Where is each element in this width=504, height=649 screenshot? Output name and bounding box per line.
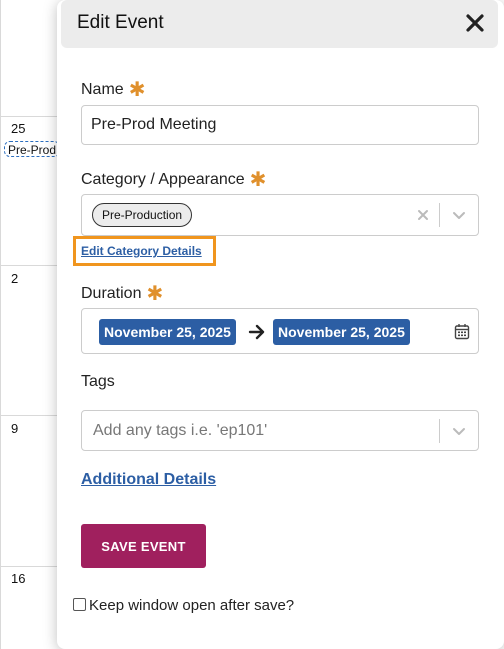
modal-title: Edit Event	[77, 12, 164, 33]
duration-picker[interactable]: November 25, 2025 November 25, 2025	[81, 308, 479, 354]
keep-open-checkbox[interactable]	[73, 598, 86, 611]
required-star-icon: ✱	[128, 79, 146, 101]
dropdown-toggle[interactable]	[451, 207, 467, 223]
name-label: Name ✱	[81, 75, 146, 101]
name-label-text: Name	[81, 81, 124, 98]
arrow-right-icon	[248, 324, 265, 340]
modal-header: Edit Event	[61, 0, 498, 48]
start-date[interactable]: November 25, 2025	[99, 319, 236, 345]
save-event-button[interactable]: SAVE EVENT	[81, 524, 206, 568]
required-star-icon: ✱	[146, 283, 164, 305]
calendar-day-number: 25	[11, 121, 26, 136]
tags-label: Tags	[81, 373, 115, 390]
chevron-down-icon	[453, 428, 465, 435]
clear-button[interactable]	[415, 206, 431, 224]
calendar-gridline	[0, 415, 60, 416]
dropdown-toggle[interactable]	[451, 423, 467, 439]
close-icon	[466, 14, 484, 32]
edit-category-details-link[interactable]: Edit Category Details	[81, 244, 202, 258]
calendar-day-number: 9	[11, 421, 19, 436]
select-divider	[439, 203, 440, 227]
category-chip[interactable]: Pre-Production	[92, 203, 193, 227]
select-divider	[439, 419, 440, 443]
tags-select[interactable]: Add any tags i.e. 'ep101'	[81, 410, 479, 451]
category-label: Category / Appearance ✱	[81, 165, 267, 191]
duration-label-text: Duration	[81, 285, 142, 302]
calendar-day-number: 2	[11, 271, 19, 286]
calendar-gridline	[0, 566, 60, 567]
category-select[interactable]: Pre-Production	[81, 194, 479, 236]
name-input[interactable]: Pre-Prod Meeting	[81, 105, 479, 145]
keep-open-label[interactable]: Keep window open after save?	[89, 597, 294, 614]
end-date[interactable]: November 25, 2025	[273, 319, 410, 345]
edit-event-modal: Edit Event Name ✱ Pre-Prod Meeting Catego…	[57, 0, 504, 649]
chevron-down-icon	[453, 212, 465, 219]
duration-label: Duration ✱	[81, 279, 164, 305]
tags-placeholder: Add any tags i.e. 'ep101'	[93, 422, 268, 439]
calendar-event[interactable]: Pre-Prod	[4, 141, 60, 157]
additional-details-link[interactable]: Additional Details	[81, 471, 216, 489]
clear-icon	[418, 210, 428, 220]
calendar-icon[interactable]	[454, 323, 470, 340]
required-star-icon: ✱	[249, 169, 267, 191]
category-label-text: Category / Appearance	[81, 171, 245, 188]
close-button[interactable]	[462, 9, 488, 37]
calendar-day-number: 16	[11, 571, 26, 586]
keep-open-row: Keep window open after save?	[73, 597, 294, 614]
calendar-gridline	[0, 116, 60, 117]
calendar-gridline	[0, 0, 1, 649]
calendar-gridline	[0, 265, 60, 266]
